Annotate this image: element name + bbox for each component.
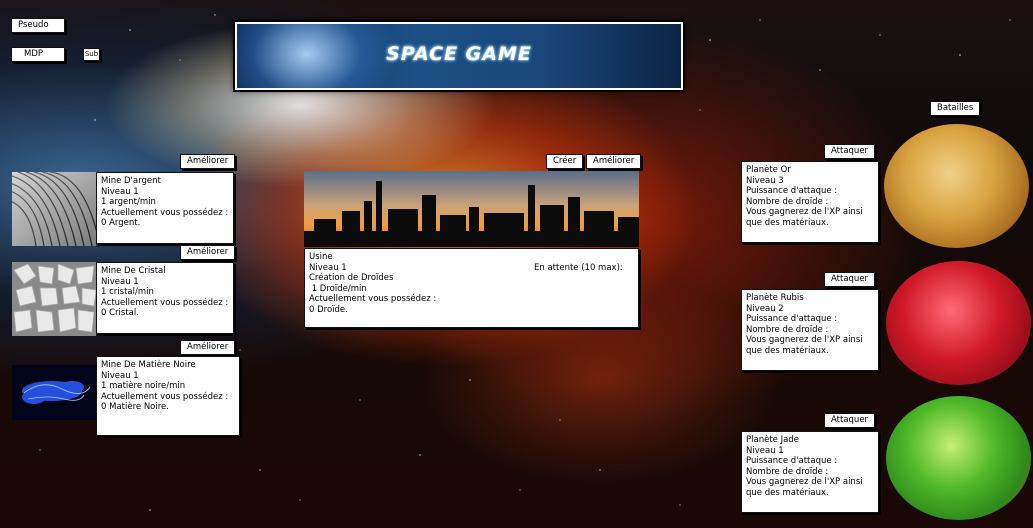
planet-reward-line1: Vous gagnerez de l'XP ainsi (746, 335, 863, 345)
silver-mine-card: Mine D'argent Niveau 1 1 argent/min Actu… (96, 172, 234, 244)
attack-jade-planet-button[interactable]: Attaquer (824, 413, 876, 428)
factory-card: Usine Niveau 1 Création de Droïdes 1 Dro… (304, 248, 639, 328)
factory-name: Usine (309, 252, 333, 262)
planet-level: Niveau 2 (746, 303, 784, 314)
silver-mine-image (12, 172, 96, 246)
dark-matter-mine-image (12, 365, 96, 420)
planet-droids-label: Nombre de droïde : (746, 324, 829, 335)
username-label: Pseudo (18, 20, 49, 30)
dark-matter-mine-card: Mine De Matière Noire Niveau 1 1 matière… (96, 356, 240, 436)
attack-ruby-planet-button[interactable]: Attaquer (824, 272, 876, 287)
mine-owned-label: Actuellement vous possédez : (101, 297, 229, 308)
factory-image (304, 171, 639, 247)
crystal-mine-card: Mine De Cristal Niveau 1 1 cristal/min A… (96, 262, 234, 334)
page-title: SPACE GAME (386, 43, 532, 65)
create-droid-button[interactable]: Créer (546, 154, 584, 169)
battles-button[interactable]: Batailles (930, 101, 981, 116)
attack-gold-planet-button[interactable]: Attaquer (824, 144, 876, 159)
planet-name: Planète Rubis (746, 293, 804, 303)
ruby-planet-card: Planète Rubis Niveau 2 Puissance d'attaq… (741, 289, 879, 371)
crystal-mine-image (12, 262, 96, 336)
mine-name: Mine D'argent (101, 176, 161, 186)
mine-name: Mine De Matière Noire (101, 360, 196, 370)
factory-queue-label: En attente (10 max): (534, 263, 623, 273)
planet-level: Niveau 3 (746, 175, 784, 186)
factory-creation-label: Création de Droïdes (309, 273, 394, 283)
jade-planet-image[interactable] (886, 396, 1031, 520)
planet-name: Planète Jade (746, 435, 799, 445)
planet-reward-line2: que des matériaux. (746, 345, 829, 356)
mine-owned-value: 0 Cristal. (101, 308, 139, 318)
mine-rate: 1 matière noire/min (101, 381, 186, 391)
planet-reward-line1: Vous gagnerez de l'XP ainsi (746, 207, 863, 217)
title-banner: SPACE GAME (235, 22, 683, 90)
password-label: MDP (24, 49, 44, 59)
planet-reward-line2: que des matériaux. (746, 487, 829, 498)
planet-power-label: Puissance d'attaque : (746, 186, 838, 196)
mine-level: Niveau 1 (101, 276, 139, 287)
upgrade-silver-mine-button[interactable]: Améliorer (180, 154, 236, 169)
jade-planet-card: Planète Jade Niveau 1 Puissance d'attaqu… (741, 431, 879, 513)
planet-name: Planète Or (746, 165, 791, 175)
mine-rate: 1 cristal/min (101, 287, 154, 297)
planet-droids-label: Nombre de droïde : (746, 466, 829, 477)
mine-owned-value: 0 Argent. (101, 218, 141, 228)
planet-reward-line1: Vous gagnerez de l'XP ainsi (746, 477, 863, 487)
mine-level: Niveau 1 (101, 186, 139, 197)
factory-owned-label: Actuellement vous possédez : (309, 294, 437, 304)
planet-droids-label: Nombre de droïde : (746, 196, 829, 207)
upgrade-factory-button[interactable]: Améliorer (586, 154, 642, 169)
factory-owned-value: 0 Droïde. (309, 304, 348, 315)
username-field[interactable]: Pseudo (11, 18, 65, 33)
factory-rate: 1 Droïde/min (309, 283, 367, 294)
planet-power-label: Puissance d'attaque : (746, 314, 838, 324)
password-field[interactable]: MDP (11, 47, 65, 62)
mine-name: Mine De Cristal (101, 266, 166, 276)
mine-owned-label: Actuellement vous possédez : (101, 391, 229, 402)
mine-owned-value: 0 Matière Noire. (101, 402, 169, 412)
gold-planet-image[interactable] (884, 124, 1029, 248)
upgrade-crystal-mine-button[interactable]: Améliorer (180, 245, 236, 260)
submit-button[interactable]: Sub (83, 48, 100, 61)
upgrade-dark-matter-mine-button[interactable]: Améliorer (180, 340, 236, 355)
planet-level: Niveau 1 (746, 445, 784, 456)
gold-planet-card: Planète Or Niveau 3 Puissance d'attaque … (741, 161, 879, 243)
planet-reward-line2: que des matériaux. (746, 217, 829, 228)
planet-power-label: Puissance d'attaque : (746, 456, 838, 466)
mine-owned-label: Actuellement vous possédez : (101, 207, 229, 218)
mine-rate: 1 argent/min (101, 197, 156, 207)
mine-level: Niveau 1 (101, 370, 139, 381)
ruby-planet-image[interactable] (886, 261, 1031, 385)
